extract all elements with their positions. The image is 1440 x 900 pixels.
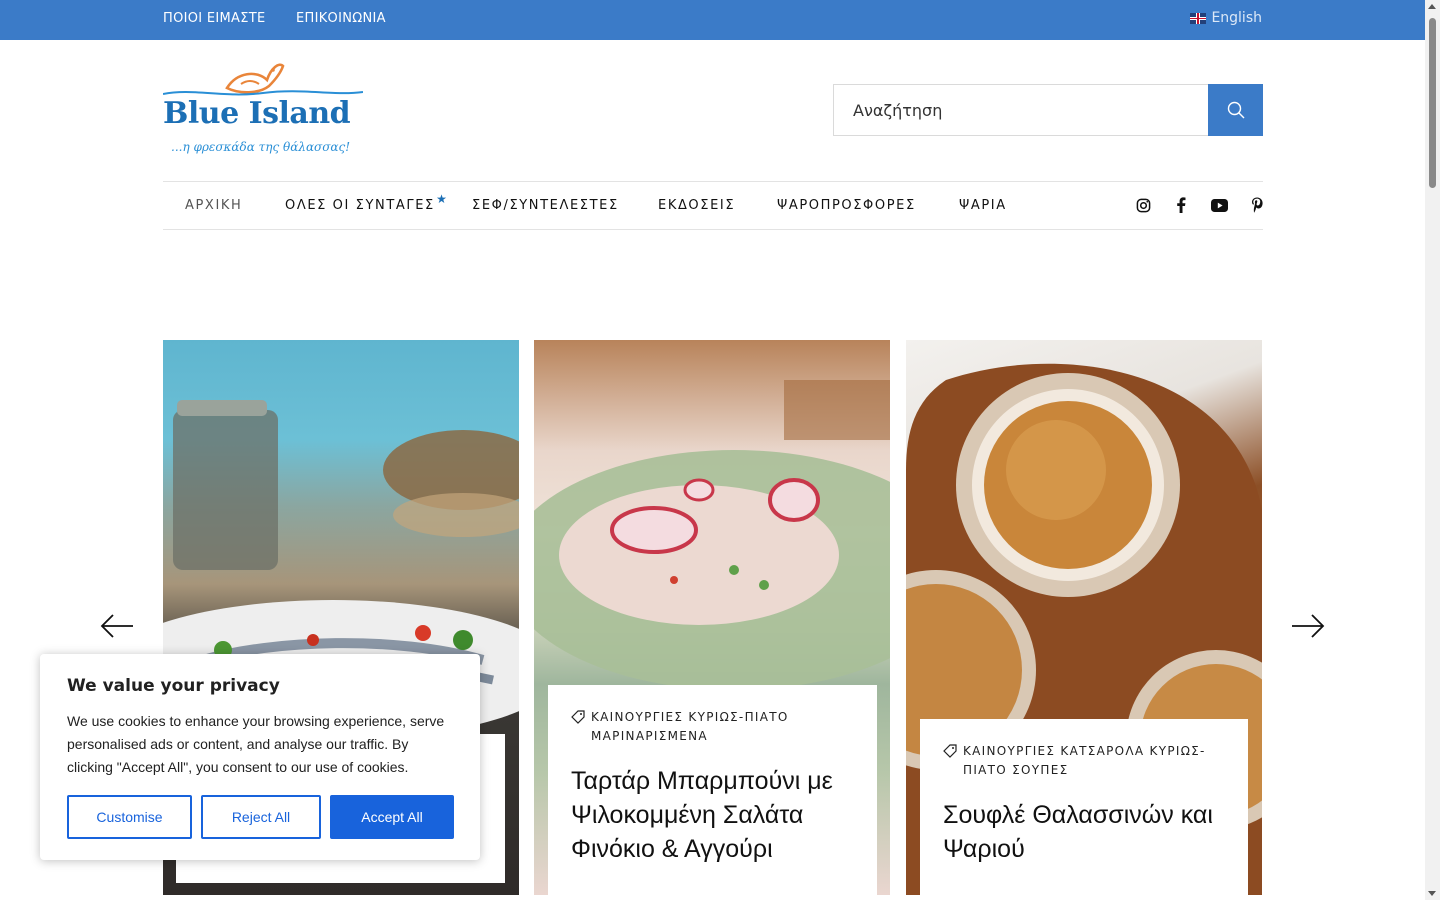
- star-badge-icon: ★: [436, 192, 447, 206]
- recipe-tags: ΚΑΙΝΟΥΡΓΙΕΣ ΚΥΡΙΩΣ-ΠΙΑΤΟ ΜΑΡΙΝΑΡΙΣΜΕΝΑ: [571, 708, 854, 746]
- uk-flag-icon: [1190, 12, 1207, 24]
- recipe-tags: ΚΑΙΝΟΥΡΓΙΕΣ ΚΑΤΣΑΡΟΛΑ ΚΥΡΙΩΣ-ΠΙΑΤΟ ΣΟΥΠΕ…: [943, 742, 1225, 780]
- recipe-caption: ΚΑΙΝΟΥΡΓΙΕΣ ΚΥΡΙΩΣ-ΠΙΑΤΟ ΜΑΡΙΝΑΡΙΣΜΕΝΑ Τ…: [548, 685, 877, 895]
- nav-item-fish[interactable]: ΨΑΡΙΑ: [959, 198, 1007, 213]
- recipe-tags-text[interactable]: ΚΑΙΝΟΥΡΓΙΕΣ ΚΥΡΙΩΣ-ΠΙΑΤΟ ΜΑΡΙΝΑΡΙΣΜΕΝΑ: [591, 708, 854, 746]
- top-bar: ΠΟΙΟΙ ΕΙΜΑΣΤΕ ΕΠΙΚΟΙΝΩΝΙΑ English: [0, 0, 1425, 40]
- site-logo[interactable]: Blue Island ...η φρεσκάδα της θάλασσας!: [163, 58, 363, 162]
- search-input[interactable]: [833, 84, 1209, 136]
- nav-item-fish-offers[interactable]: ΨΑΡΟΠΡΟΣΦΟΡΕΣ: [777, 198, 916, 213]
- scroll-down-icon[interactable]: [1428, 891, 1436, 896]
- facebook-icon[interactable]: [1171, 195, 1191, 215]
- scroll-up-icon[interactable]: [1428, 4, 1436, 9]
- tag-icon: [571, 710, 585, 724]
- logo-wordmark: Blue Island: [163, 96, 351, 131]
- recipe-title[interactable]: Σουφλέ Θαλασσινών και Ψαριού: [943, 798, 1225, 866]
- cookie-text: We use cookies to enhance your browsing …: [67, 713, 445, 775]
- recipe-tags-text[interactable]: ΚΑΙΝΟΥΡΓΙΕΣ ΚΑΤΣΑΡΟΛΑ ΚΥΡΙΩΣ-ΠΙΑΤΟ ΣΟΥΠΕ…: [963, 742, 1225, 780]
- instagram-icon[interactable]: [1133, 195, 1153, 215]
- youtube-icon[interactable]: [1209, 195, 1229, 215]
- customise-button[interactable]: Customise: [67, 795, 192, 839]
- carousel-prev-button[interactable]: [99, 608, 135, 644]
- nav-item-home[interactable]: ΑΡΧΙΚΗ: [185, 198, 242, 213]
- search-icon: [1227, 101, 1244, 119]
- recipe-card[interactable]: ΚΑΙΝΟΥΡΓΙΕΣ ΚΥΡΙΩΣ-ΠΙΑΤΟ ΜΑΡΙΝΑΡΙΣΜΕΝΑ Τ…: [534, 340, 890, 895]
- arrow-left-icon: [100, 614, 133, 638]
- nav-item-publications[interactable]: ΕΚΔΟΣΕΙΣ: [658, 198, 735, 213]
- scroll-thumb[interactable]: [1429, 18, 1436, 188]
- cookie-title: We value your privacy: [67, 676, 280, 696]
- about-us-link[interactable]: ΠΟΙΟΙ ΕΙΜΑΣΤΕ: [163, 11, 265, 26]
- nav-item-label: ΟΛΕΣ ΟΙ ΣΥΝΤΑΓΕΣ: [285, 198, 435, 213]
- carousel-next-button[interactable]: [1290, 608, 1326, 644]
- pinterest-icon[interactable]: [1247, 195, 1267, 215]
- language-label: English: [1211, 10, 1262, 26]
- cookie-consent-banner: We value your privacy We use cookies to …: [40, 654, 480, 860]
- accept-all-button[interactable]: Accept All: [330, 795, 454, 839]
- page-scrollbar[interactable]: [1425, 0, 1440, 900]
- recipe-card[interactable]: ΚΑΙΝΟΥΡΓΙΕΣ ΚΑΤΣΑΡΟΛΑ ΚΥΡΙΩΣ-ΠΙΑΤΟ ΣΟΥΠΕ…: [906, 340, 1262, 895]
- tag-icon: [943, 744, 957, 758]
- reject-all-button[interactable]: Reject All: [201, 795, 321, 839]
- search-form: [833, 84, 1263, 136]
- contact-link[interactable]: ΕΠΙΚΟΙΝΩΝΙΑ: [296, 11, 386, 26]
- logo-tagline: ...η φρεσκάδα της θάλασσας!: [171, 140, 351, 154]
- language-switcher[interactable]: English: [1190, 10, 1262, 26]
- nav-item-all-recipes[interactable]: ΟΛΕΣ ΟΙ ΣΥΝΤΑΓΕΣ ★: [285, 192, 447, 213]
- search-button[interactable]: [1208, 84, 1263, 136]
- main-nav: ΑΡΧΙΚΗ ΟΛΕΣ ΟΙ ΣΥΝΤΑΓΕΣ ★ ΣΕΦ/ΣΥΝΤΕΛΕΣΤΕ…: [163, 181, 1263, 230]
- nav-item-chefs[interactable]: ΣΕΦ/ΣΥΝΤΕΛΕΣΤΕΣ: [472, 198, 619, 213]
- recipe-title[interactable]: Ταρτάρ Μπαρμπούνι με Ψιλοκομμένη Σαλάτα …: [571, 764, 854, 866]
- arrow-right-icon: [1292, 614, 1325, 638]
- recipe-caption: ΚΑΙΝΟΥΡΓΙΕΣ ΚΑΤΣΑΡΟΛΑ ΚΥΡΙΩΣ-ΠΙΑΤΟ ΣΟΥΠΕ…: [920, 719, 1248, 895]
